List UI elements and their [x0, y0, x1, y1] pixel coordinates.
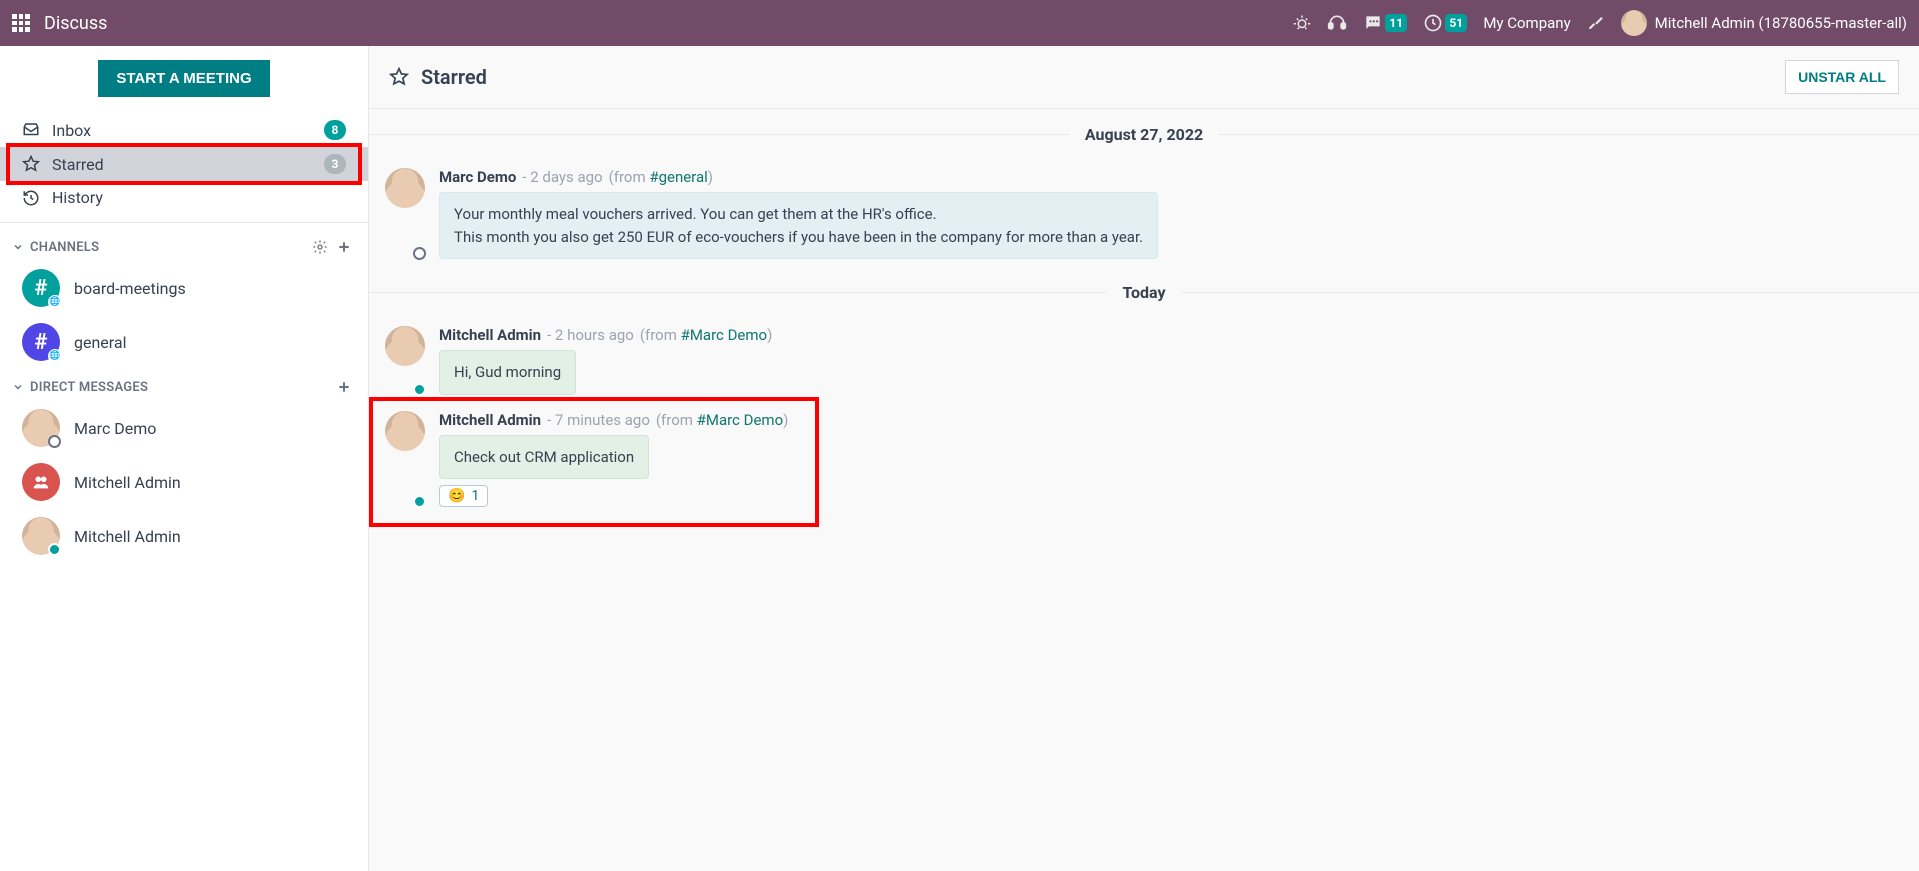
- message: Mitchell Admin - 2 hours ago (from #Marc…: [369, 318, 1919, 403]
- add-dm-icon[interactable]: [332, 379, 356, 395]
- support-icon[interactable]: [1327, 13, 1347, 33]
- message-author[interactable]: Mitchell Admin: [439, 326, 541, 344]
- sidebar-item-starred[interactable]: Starred 3: [0, 147, 368, 181]
- inbox-icon: [22, 121, 40, 139]
- dm-name: Marc Demo: [74, 419, 156, 438]
- dm-name: Mitchell Admin: [74, 527, 181, 546]
- message-area: August 27, 2022 Marc Demo - 2 days ago (…: [369, 109, 1919, 871]
- date-separator: August 27, 2022: [369, 109, 1919, 160]
- dm-header-label: DIRECT MESSAGES: [30, 380, 148, 395]
- message-origin: (from #Marc Demo): [640, 326, 772, 344]
- add-channel-icon[interactable]: [332, 239, 356, 255]
- channel-link[interactable]: #general: [649, 168, 707, 186]
- tools-icon[interactable]: [1587, 14, 1605, 32]
- reaction-count: 1: [471, 488, 479, 504]
- dm-name: Mitchell Admin: [74, 473, 181, 492]
- date-separator: Today: [369, 267, 1919, 318]
- history-label: History: [52, 188, 346, 207]
- globe-icon: 🌐: [48, 295, 62, 309]
- channel-name: general: [74, 333, 127, 352]
- presence-indicator: [413, 383, 426, 396]
- chevron-down-icon[interactable]: [12, 381, 24, 393]
- avatar: [22, 409, 60, 447]
- group-icon: [22, 463, 60, 501]
- message: Marc Demo - 2 days ago (from #general) Y…: [369, 160, 1919, 267]
- message-time: - 7 minutes ago: [547, 411, 650, 429]
- avatar: [385, 411, 425, 508]
- channel-name: board-meetings: [74, 279, 186, 298]
- sidebar: START A MEETING Inbox 8 Starred 3: [0, 46, 369, 871]
- message-origin: (from #Marc Demo): [656, 411, 788, 429]
- user-avatar: [1621, 10, 1647, 36]
- date-label: August 27, 2022: [1085, 125, 1203, 144]
- message-author[interactable]: Mitchell Admin: [439, 411, 541, 429]
- avatar: [385, 326, 425, 395]
- hash-icon: # 🌐: [22, 269, 60, 307]
- topbar: Discuss 11 51 My Company Mitchell Admin …: [0, 0, 1919, 46]
- starred-count: 3: [324, 154, 346, 174]
- chevron-down-icon[interactable]: [12, 241, 24, 253]
- main-panel: Starred UNSTAR ALL August 27, 2022 Marc …: [369, 46, 1919, 871]
- app-title: Discuss: [44, 13, 107, 34]
- main-header: Starred UNSTAR ALL: [369, 46, 1919, 109]
- presence-indicator: [48, 435, 61, 448]
- activities-icon[interactable]: 51: [1423, 13, 1467, 33]
- sidebar-item-history[interactable]: History: [0, 181, 368, 214]
- channel-item[interactable]: # 🌐 general: [0, 315, 368, 369]
- message-bubble: Check out CRM application: [439, 435, 649, 480]
- presence-indicator: [413, 495, 426, 508]
- dm-item[interactable]: Mitchell Admin: [0, 509, 368, 563]
- channels-header-label: CHANNELS: [30, 240, 99, 255]
- message: Mitchell Admin - 7 minutes ago (from #Ma…: [369, 403, 1919, 516]
- avatar: [22, 517, 60, 555]
- channel-link[interactable]: #Marc Demo: [697, 411, 784, 429]
- channel-link[interactable]: #Marc Demo: [681, 326, 768, 344]
- user-name-label: Mitchell Admin (18780655-master-all): [1655, 14, 1907, 32]
- channel-item[interactable]: # 🌐 board-meetings: [0, 261, 368, 315]
- avatar: [385, 168, 425, 259]
- inbox-label: Inbox: [52, 121, 312, 140]
- messaging-count-badge: 11: [1385, 14, 1407, 32]
- dm-item[interactable]: Mitchell Admin: [0, 455, 368, 509]
- reaction-emoji: 😊: [448, 488, 465, 504]
- dm-item[interactable]: Marc Demo: [0, 401, 368, 455]
- starred-label: Starred: [52, 155, 312, 174]
- message-bubble: Hi, Gud morning: [439, 350, 576, 395]
- hash-icon: # 🌐: [22, 323, 60, 361]
- date-label: Today: [1122, 283, 1165, 302]
- apps-menu-icon[interactable]: [12, 14, 30, 32]
- globe-icon: 🌐: [48, 349, 62, 363]
- star-outline-icon[interactable]: [389, 67, 409, 87]
- message-origin: (from #general): [609, 168, 713, 186]
- message-time: - 2 days ago: [522, 168, 602, 186]
- unstar-all-button[interactable]: UNSTAR ALL: [1785, 60, 1899, 94]
- presence-indicator: [413, 247, 426, 260]
- gear-icon[interactable]: [308, 239, 332, 255]
- sidebar-item-inbox[interactable]: Inbox 8: [0, 113, 368, 147]
- inbox-count: 8: [324, 120, 346, 140]
- dm-header: DIRECT MESSAGES: [0, 369, 368, 401]
- page-title: Starred: [421, 65, 487, 89]
- message-bubble: Your monthly meal vouchers arrived. You …: [439, 192, 1158, 259]
- history-icon: [22, 189, 40, 207]
- messaging-icon[interactable]: 11: [1363, 13, 1407, 33]
- message-author[interactable]: Marc Demo: [439, 168, 516, 186]
- channels-header: CHANNELS: [0, 229, 368, 261]
- star-icon: [22, 155, 40, 173]
- company-selector[interactable]: My Company: [1483, 14, 1570, 32]
- presence-indicator: [48, 543, 61, 556]
- topbar-right: 11 51 My Company Mitchell Admin (1878065…: [1293, 10, 1907, 36]
- user-menu[interactable]: Mitchell Admin (18780655-master-all): [1621, 10, 1907, 36]
- start-meeting-button[interactable]: START A MEETING: [98, 60, 269, 97]
- topbar-left: Discuss: [12, 13, 107, 34]
- reaction-pill[interactable]: 😊 1: [439, 485, 488, 507]
- message-time: - 2 hours ago: [547, 326, 634, 344]
- activities-count-badge: 51: [1445, 14, 1467, 32]
- debug-icon[interactable]: [1293, 14, 1311, 32]
